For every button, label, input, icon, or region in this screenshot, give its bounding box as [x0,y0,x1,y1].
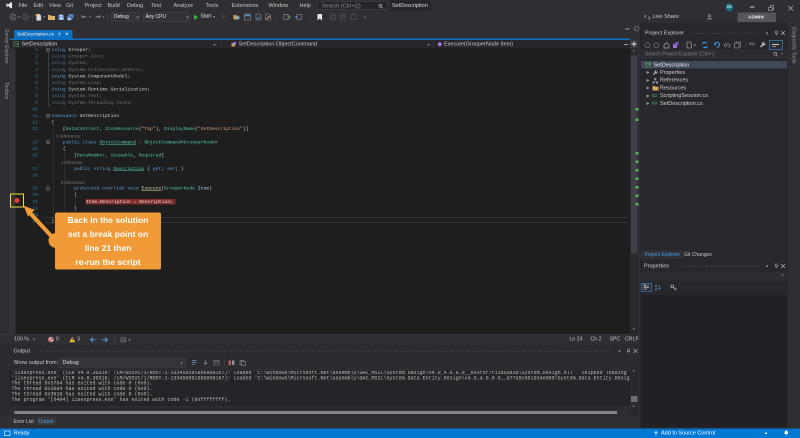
svg-text:Z: Z [655,288,658,291]
